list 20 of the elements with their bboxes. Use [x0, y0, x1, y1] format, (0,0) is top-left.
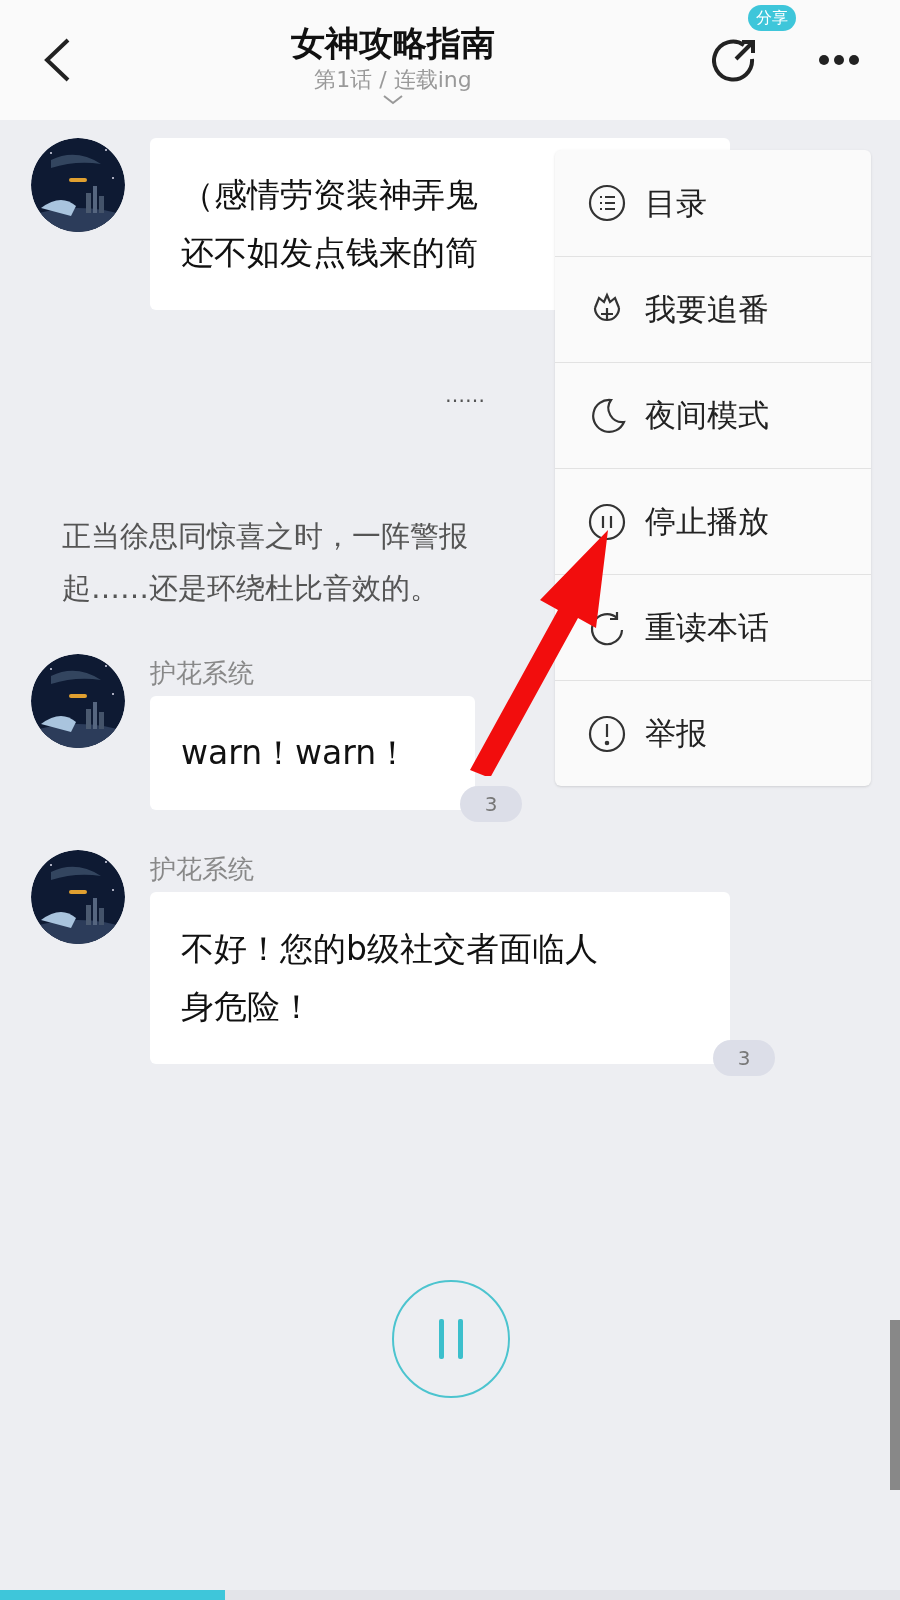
share-badge: 分享 [748, 5, 796, 31]
share-icon[interactable] [712, 37, 758, 83]
message-bubble: warn！warn！ [150, 696, 475, 810]
page-title: 女神攻略指南 [291, 22, 495, 65]
sender-name: 护花系统 [150, 853, 255, 880]
narration-text: 正当徐思同惊喜之时，一阵警报 起……还是环绕杜比音效的。 [62, 518, 468, 607]
menu-item[interactable]: 举报 [555, 680, 871, 786]
list-icon [587, 183, 627, 223]
count-badge: 3 [460, 786, 522, 822]
more-icon[interactable] [818, 54, 860, 66]
pause-icon [437, 1319, 465, 1359]
sender-name: 护花系统 [150, 657, 255, 684]
count-badge: 3 [713, 1040, 775, 1076]
ellipsis-text: …… [445, 382, 485, 409]
menu-item[interactable]: 我要追番 [555, 256, 871, 362]
alert-icon [587, 713, 627, 754]
menu-item[interactable]: 夜间模式 [555, 362, 871, 468]
message-bubble: 不好！您的b级社交者面临人 身危险！ [150, 892, 730, 1064]
pause-icon [587, 501, 627, 542]
chevron-down-icon[interactable] [383, 95, 403, 105]
